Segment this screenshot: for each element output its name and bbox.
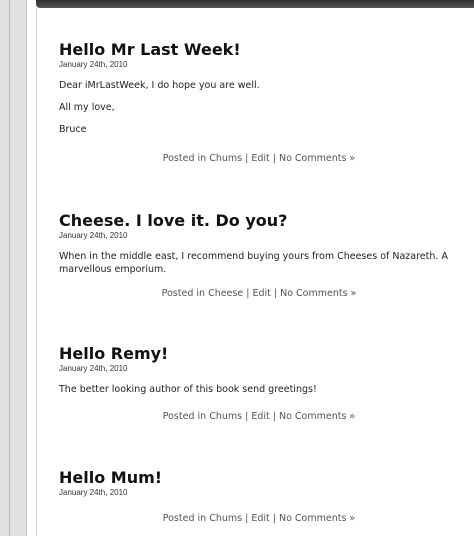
meta-separator: | bbox=[269, 513, 279, 524]
post-title[interactable]: Hello Mum! bbox=[59, 468, 459, 488]
post-date: January 24th, 2010 bbox=[59, 231, 128, 240]
posted-in-label: Posted in bbox=[162, 513, 210, 524]
meta-separator: | bbox=[269, 411, 279, 422]
posted-in-label: Posted in bbox=[162, 411, 210, 422]
post-body: The better looking author of this book s… bbox=[59, 383, 459, 396]
post-title[interactable]: Cheese. I love it. Do you? bbox=[59, 211, 459, 231]
posted-in-label: Posted in bbox=[162, 153, 210, 164]
post: Hello Mr Last Week! January 24th, 2010 D… bbox=[59, 40, 459, 165]
edit-link[interactable]: Edit bbox=[251, 513, 269, 524]
post-body: When in the middle east, I recommend buy… bbox=[59, 250, 459, 276]
post-paragraph: All my love, bbox=[59, 102, 115, 113]
category-link[interactable]: Chums bbox=[209, 513, 242, 524]
post: Cheese. I love it. Do you? January 24th,… bbox=[59, 211, 459, 300]
gutter-divider bbox=[9, 0, 10, 536]
meta-separator: | bbox=[269, 153, 279, 164]
posted-in-label: Posted in bbox=[161, 288, 209, 299]
meta-separator: | bbox=[270, 288, 281, 299]
post-date: January 24th, 2010 bbox=[59, 364, 128, 373]
post-title[interactable]: Hello Mr Last Week! bbox=[59, 40, 459, 60]
post-meta: Posted in Cheese | Edit | No Comments » bbox=[59, 287, 459, 300]
post-date: January 24th, 2010 bbox=[59, 488, 128, 497]
post: Hello Mum! January 24th, 2010 Posted in … bbox=[59, 468, 459, 525]
post-title[interactable]: Hello Remy! bbox=[59, 344, 459, 364]
post-paragraph: The better looking author of this book s… bbox=[59, 384, 317, 395]
category-link[interactable]: Chums bbox=[209, 411, 242, 422]
post-paragraph: Bruce bbox=[59, 124, 87, 135]
post-meta: Posted in Chums | Edit | No Comments » bbox=[59, 410, 459, 423]
edit-link[interactable]: Edit bbox=[251, 153, 269, 164]
meta-separator: | bbox=[242, 411, 252, 422]
post-meta: Posted in Chums | Edit | No Comments » bbox=[59, 512, 459, 525]
post-body: Dear iMrLastWeek, I do hope you are well… bbox=[59, 79, 459, 136]
meta-separator: | bbox=[242, 153, 252, 164]
comments-link[interactable]: No Comments » bbox=[280, 288, 356, 299]
blog-page: Hello Mr Last Week! January 24th, 2010 D… bbox=[0, 0, 474, 536]
header-bar bbox=[36, 0, 474, 8]
comments-link[interactable]: No Comments » bbox=[279, 411, 355, 422]
post-meta: Posted in Chums | Edit | No Comments » bbox=[59, 152, 459, 165]
post-date: January 24th, 2010 bbox=[59, 60, 128, 69]
meta-separator: | bbox=[242, 513, 252, 524]
posts-area: Hello Mr Last Week! January 24th, 2010 D… bbox=[36, 8, 474, 536]
category-link[interactable]: Chums bbox=[209, 153, 242, 164]
post: Hello Remy! January 24th, 2010 The bette… bbox=[59, 344, 459, 423]
left-gutter bbox=[0, 0, 27, 536]
comments-link[interactable]: No Comments » bbox=[279, 513, 355, 524]
post-paragraph: When in the middle east, I recommend buy… bbox=[59, 251, 448, 275]
edit-link[interactable]: Edit bbox=[251, 411, 269, 422]
comments-link[interactable]: No Comments » bbox=[279, 153, 355, 164]
edit-link[interactable]: Edit bbox=[252, 288, 270, 299]
category-link[interactable]: Cheese bbox=[208, 288, 243, 299]
post-paragraph: Dear iMrLastWeek, I do hope you are well… bbox=[59, 80, 260, 91]
